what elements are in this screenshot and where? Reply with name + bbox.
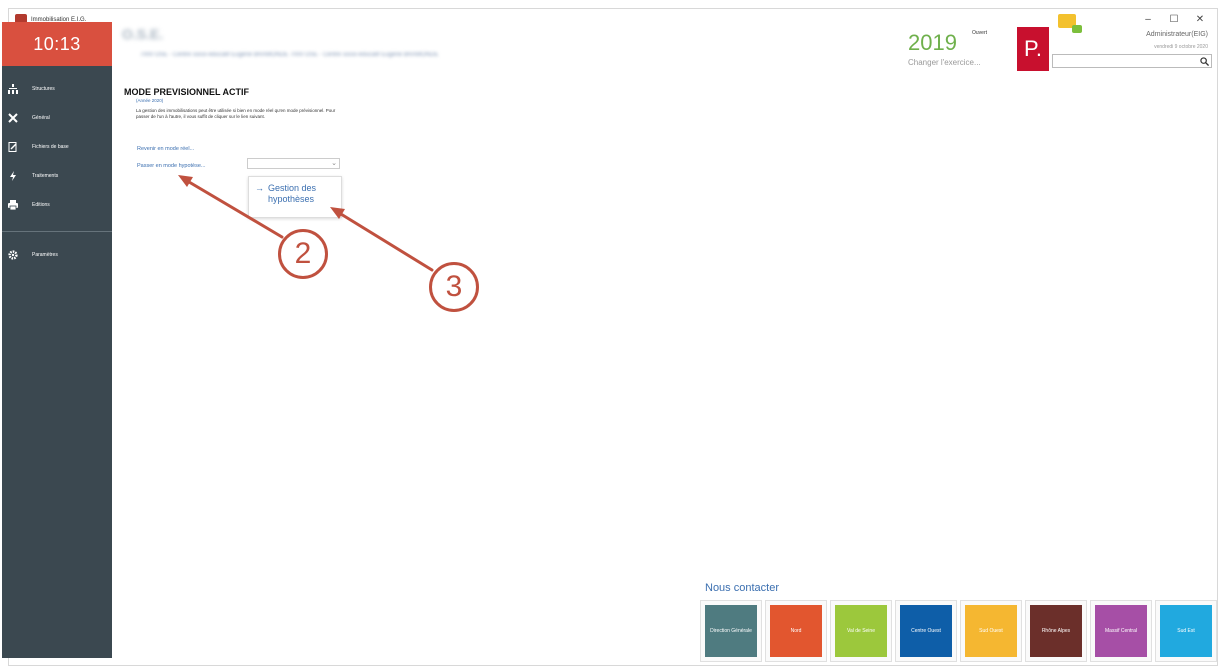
- printer-icon: [8, 199, 18, 210]
- sidebar-item-structures[interactable]: Structures: [2, 74, 112, 103]
- contact-tile-massif-central[interactable]: Massif Central: [1095, 605, 1147, 657]
- tools-icon: [8, 112, 18, 123]
- company-subtitle: 7000 OSE - Centre socio-éducatif Eugène …: [140, 52, 439, 58]
- sidebar-item-label: Paramètres: [32, 251, 58, 258]
- search-icon[interactable]: [1198, 56, 1210, 66]
- contact-tile-sud-est[interactable]: Sud Est: [1160, 605, 1212, 657]
- sidebar-item-label: Editions: [32, 201, 50, 208]
- annotation-callout-3: 3: [429, 262, 479, 312]
- contact-tiles: Direction Générale Nord Val de Seine Cen…: [700, 600, 1220, 662]
- contact-tile-nord[interactable]: Nord: [770, 605, 822, 657]
- contact-tile-centre-ouest[interactable]: Centre Ouest: [900, 605, 952, 657]
- chevron-down-icon: ⌄: [331, 160, 337, 167]
- sidebar-item-label: Structures: [32, 85, 55, 92]
- contact-tile-direction-generale[interactable]: Direction Générale: [705, 605, 757, 657]
- lightning-icon: [8, 170, 18, 181]
- sidebar-item-traitements[interactable]: Traitements: [2, 161, 112, 190]
- year-status: Ouvert: [972, 30, 988, 36]
- contact-tile-wrap: Sud Est: [1155, 600, 1217, 662]
- sidebar-item-label: Traitements: [32, 172, 59, 179]
- notification-icon[interactable]: [1058, 14, 1082, 33]
- back-to-real-mode-link[interactable]: Revenir en mode réel...: [137, 146, 194, 152]
- current-date: vendredi 9 octobre 2020: [1154, 44, 1208, 50]
- sidebar-divider: [2, 231, 112, 232]
- contact-tile-val-de-seine[interactable]: Val de Seine: [835, 605, 887, 657]
- mode-description: La gestion des immobilisations peut être…: [136, 108, 336, 119]
- manage-hypotheses-label: Gestion des hypothèses: [268, 183, 317, 204]
- contact-tile-wrap: Sud Ouest: [960, 600, 1022, 662]
- sidebar-item-general[interactable]: Général: [2, 103, 112, 132]
- user-name: Administrateur(EIG): [1146, 31, 1208, 38]
- contact-tile-wrap: Centre Ouest: [895, 600, 957, 662]
- hypothesis-dropdown: → Gestion des hypothèses: [248, 176, 342, 218]
- edit-file-icon: [8, 141, 18, 152]
- app-window: Immobilisation E.I.G. – ☐ ✕: [8, 8, 1218, 666]
- contact-title: Nous contacter: [705, 582, 779, 594]
- mode-year-note: (Année 2020): [136, 98, 164, 103]
- annotation-callout-2: 2: [278, 229, 328, 279]
- page-title: MODE PREVISIONNEL ACTIF: [124, 87, 250, 97]
- sidebar-item-label: Fichiers de base: [32, 143, 69, 150]
- window-controls: – ☐ ✕: [1135, 11, 1213, 27]
- contact-tile-wrap: Rhône Alpes: [1025, 600, 1087, 662]
- sidebar: 10:13 Structures Général Fichiers de bas…: [2, 22, 112, 658]
- change-year-link[interactable]: Changer l'exercice...: [908, 58, 981, 67]
- gear-icon: [8, 249, 18, 260]
- fiscal-year: 2019: [908, 30, 957, 55]
- close-button[interactable]: ✕: [1187, 11, 1213, 27]
- contact-tile-wrap: Nord: [765, 600, 827, 662]
- switch-to-hypothesis-mode-link[interactable]: Passer en mode hypotèse...: [137, 163, 205, 169]
- minimize-button[interactable]: –: [1135, 11, 1161, 27]
- manage-hypotheses-item[interactable]: → Gestion des hypothèses: [255, 183, 328, 205]
- contact-tile-wrap: Massif Central: [1090, 600, 1152, 662]
- contact-tile-wrap: Val de Seine: [830, 600, 892, 662]
- hypothesis-select[interactable]: ⌄: [247, 158, 340, 169]
- structure-icon: [8, 83, 18, 94]
- contact-tile-wrap: Direction Générale: [700, 600, 762, 662]
- contact-tile-rhone-alpes[interactable]: Rhône Alpes: [1030, 605, 1082, 657]
- sidebar-item-label: Général: [32, 114, 50, 121]
- clock: 10:13: [2, 22, 112, 66]
- search-input[interactable]: [1052, 54, 1212, 68]
- maximize-button[interactable]: ☐: [1161, 11, 1187, 27]
- sidebar-item-parametres[interactable]: Paramètres: [2, 240, 112, 269]
- sidebar-item-fichiers-de-base[interactable]: Fichiers de base: [2, 132, 112, 161]
- brand-logo: P.: [1017, 27, 1049, 71]
- company-name: O.S.E.: [122, 26, 164, 42]
- contact-tile-sud-ouest[interactable]: Sud Ouest: [965, 605, 1017, 657]
- sidebar-nav: Structures Général Fichiers de base Trai…: [2, 66, 112, 269]
- sidebar-item-editions[interactable]: Editions: [2, 190, 112, 219]
- arrow-right-icon: →: [255, 183, 264, 193]
